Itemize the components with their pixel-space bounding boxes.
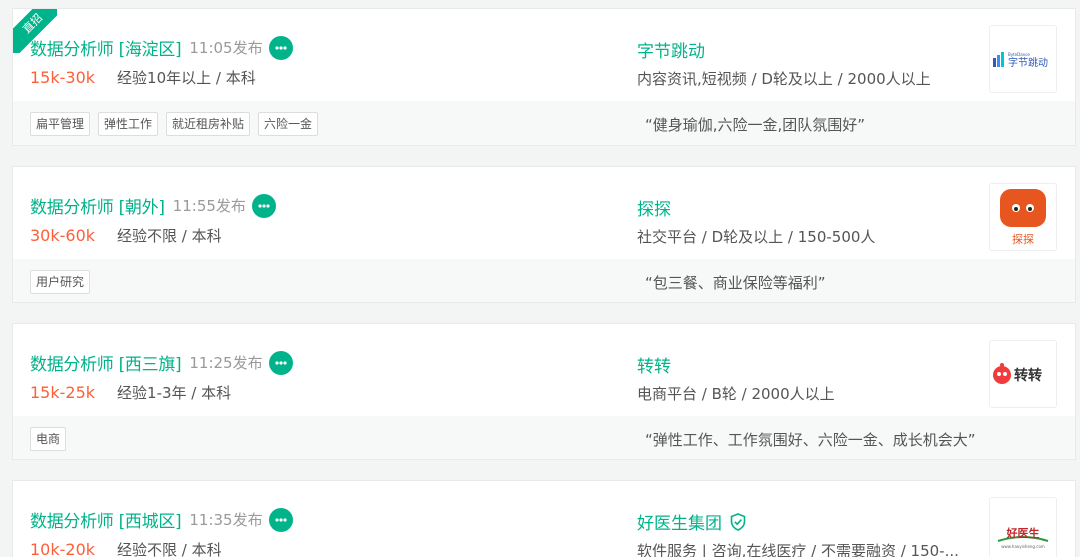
company-name-label: 好医生集团 [637,514,722,534]
chat-icon[interactable] [251,193,276,218]
job-card[interactable]: 数据分析师 [朝外] 11:55发布 30k-60k 经验不限 / 本科 探探 … [12,166,1076,303]
salary: 30k-60k [30,226,96,245]
job-tag: 扁平管理 [30,112,91,136]
chat-icon[interactable] [268,35,293,60]
company-logo[interactable]: 好医生 www.haoyisheng.com [989,497,1057,557]
tantan-logo-icon: 探探 [1000,189,1046,246]
requirements: 经验不限 / 本科 [117,541,222,557]
job-tag: 电商 [30,427,67,451]
verified-shield-icon [730,512,746,531]
company-logo[interactable]: 转转 [989,340,1057,408]
job-title[interactable]: 数据分析师 [朝外] [30,193,165,218]
salary: 15k-30k [30,68,96,87]
salary: 10k-20k [30,540,96,557]
company-industry: 社交平台 / D轮及以上 / 150-500人 [637,228,876,246]
company-industry: 软件服务 | 咨询,在线医疗 / 不需要融资 / 150-... [637,542,959,557]
requirements: 经验1-3年 / 本科 [117,384,232,402]
job-list: 直招 数据分析师 [海淀区] 11:05发布 15k-30k 经验10年以上 /… [0,0,1080,557]
company-name[interactable]: 字节跳动 [637,37,705,62]
job-tags: 扁平管理 弹性工作 就近租房补贴 六险一金 [30,112,319,136]
svg-text:转转: 转转 [1014,367,1042,384]
salary: 15k-25k [30,383,96,402]
job-card[interactable]: 数据分析师 [西三旗] 11:25发布 15k-25k 经验1-3年 / 本科 … [12,323,1076,460]
company-benefits: “弹性工作、工作氛围好、六险一金、成长机会大” [645,431,976,449]
company-logo[interactable]: ByteDance 字节跳动 [989,25,1057,93]
svg-text:www.haoyisheng.com: www.haoyisheng.com [1001,544,1045,549]
company-industry: 内容资讯,短视频 / D轮及以上 / 2000人以上 [637,70,931,88]
company-name[interactable]: 探探 [637,195,671,220]
publish-time: 11:25发布 [189,354,263,372]
job-tag: 弹性工作 [98,112,159,136]
job-tag: 六险一金 [258,112,319,136]
company-name-label: 转转 [637,357,671,377]
company-industry: 电商平台 / B轮 / 2000人以上 [637,385,835,403]
job-card[interactable]: 数据分析师 [西城区] 11:35发布 10k-20k 经验不限 / 本科 好医… [12,480,1076,557]
job-title[interactable]: 数据分析师 [西三旗] [30,350,182,375]
chat-icon[interactable] [268,507,293,532]
publish-time: 11:55发布 [172,197,246,215]
job-title[interactable]: 数据分析师 [海淀区] [30,35,182,60]
job-tag: 就近租房补贴 [166,112,251,136]
svg-text:探探: 探探 [1012,233,1034,246]
company-name-label: 探探 [637,200,671,220]
job-tags: 电商 [30,427,67,451]
publish-time: 11:05发布 [189,39,263,57]
company-name-label: 字节跳动 [637,42,705,62]
requirements: 经验10年以上 / 本科 [117,69,256,87]
job-card[interactable]: 直招 数据分析师 [海淀区] 11:05发布 15k-30k 经验10年以上 /… [12,8,1076,146]
zhuanzhuan-logo-icon: 转转 [993,363,1042,384]
bytedance-logo-icon: ByteDance 字节跳动 [993,52,1048,69]
company-name[interactable]: 好医生集团 [637,509,746,534]
svg-text:ByteDance: ByteDance [1008,52,1030,57]
company-benefits: “包三餐、商业保险等福利” [645,274,826,292]
job-tag: 用户研究 [30,270,91,294]
svg-text:好医生: 好医生 [1006,526,1040,540]
haoyisheng-logo-icon: 好医生 www.haoyisheng.com [997,526,1049,549]
job-tags: 用户研究 [30,270,91,294]
chat-icon[interactable] [268,350,293,375]
company-name[interactable]: 转转 [637,352,671,377]
svg-text:字节跳动: 字节跳动 [1008,56,1048,69]
job-title[interactable]: 数据分析师 [西城区] [30,507,182,532]
requirements: 经验不限 / 本科 [117,227,222,245]
company-logo[interactable]: 探探 [989,183,1057,251]
company-benefits: “健身瑜伽,六险一金,团队氛围好” [645,116,866,134]
publish-time: 11:35发布 [189,511,263,529]
